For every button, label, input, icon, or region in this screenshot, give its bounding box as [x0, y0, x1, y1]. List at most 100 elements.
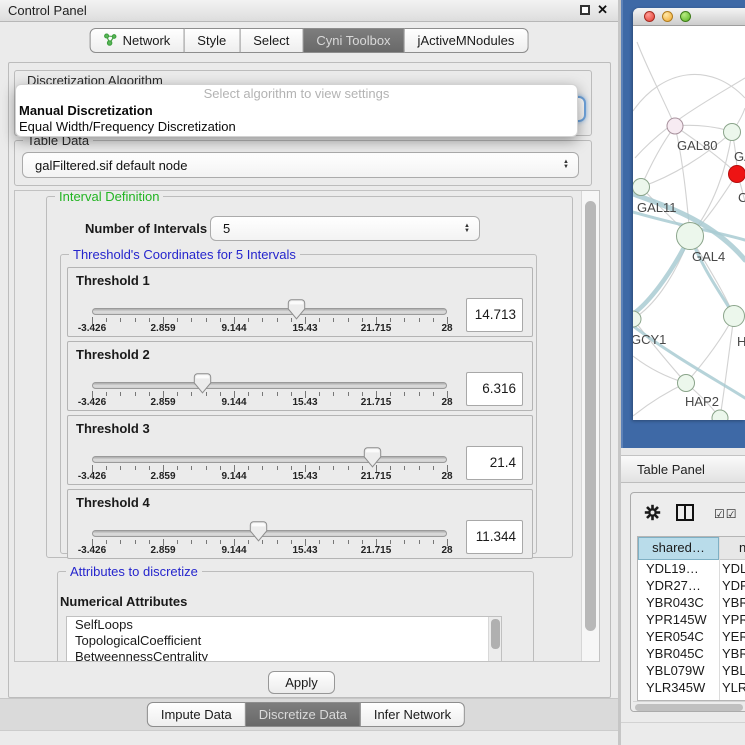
- threshold-value-field[interactable]: 6.316: [466, 372, 523, 406]
- slider-tick: [277, 540, 278, 544]
- threshold-label: Threshold 4: [76, 495, 150, 510]
- bottom-tab-infer-network[interactable]: Infer Network: [361, 702, 465, 727]
- slider-track[interactable]: [92, 530, 447, 537]
- tab-network[interactable]: Network: [90, 28, 185, 53]
- threshold-value-field[interactable]: 21.4: [466, 446, 523, 480]
- slider-tick: [404, 318, 405, 322]
- network-frame-highlight: [621, 0, 623, 448]
- slider-tick: [404, 392, 405, 396]
- cell-name: YER0: [722, 628, 745, 645]
- settings-scroll-region: Interval Definition Number of Intervals …: [14, 190, 600, 662]
- columns-icon[interactable]: [676, 504, 694, 521]
- slider-tick-label: -3.426: [67, 471, 117, 482]
- threshold-box-3: Threshold 3-3.4262.8599.14415.4321.71528…: [67, 415, 533, 485]
- slider-tick-label: 21.715: [351, 545, 401, 556]
- slider-tick-label: 9.144: [209, 397, 259, 408]
- network-node[interactable]: [677, 223, 704, 250]
- threshold-value-field[interactable]: 14.713: [466, 298, 523, 332]
- table-data-combo[interactable]: galFiltered.sif default node ▲▼: [22, 152, 579, 178]
- table-row[interactable]: YER054CYER0: [638, 628, 745, 645]
- cell-shared-name: YBR045C: [646, 645, 704, 662]
- network-edge: [637, 42, 675, 126]
- num-intervals-combo[interactable]: 5 ▲▼: [210, 216, 480, 241]
- cell-shared-name: YPR145W: [646, 611, 707, 628]
- tab-cyni-toolbox[interactable]: Cyni Toolbox: [303, 28, 404, 53]
- settings-scrollbar[interactable]: [581, 191, 599, 661]
- attribute-item-topologicalcoefficient[interactable]: TopologicalCoefficient: [67, 633, 501, 649]
- slider-thumb[interactable]: [193, 373, 212, 394]
- slider-tick: [333, 318, 334, 322]
- close-icon[interactable]: ✕: [597, 2, 608, 18]
- slider-track[interactable]: [92, 382, 447, 389]
- table-hscrollbar[interactable]: [633, 701, 745, 711]
- slider-track[interactable]: [92, 456, 447, 463]
- network-node[interactable]: [729, 166, 745, 183]
- float-window-icon[interactable]: [580, 5, 590, 15]
- attributes-list-scroll-thumb[interactable]: [491, 619, 500, 649]
- bottom-tab-impute-data[interactable]: Impute Data: [147, 702, 246, 727]
- table-row[interactable]: YBL079WYBL0: [638, 662, 745, 679]
- network-node[interactable]: [724, 306, 745, 327]
- slider-tick-label: 15.43: [280, 545, 330, 556]
- network-node[interactable]: [678, 375, 695, 392]
- attributes-group: Attributes to discretize Numerical Attri…: [57, 571, 534, 662]
- slider-tick: [220, 318, 221, 322]
- slider-tick: [262, 466, 263, 470]
- slider-tick: [248, 392, 249, 396]
- slider-thumb[interactable]: [287, 299, 306, 320]
- slider-tick-label: 28: [422, 471, 472, 482]
- cell-shared-name: YLR345W: [646, 679, 705, 696]
- network-window-titlebar[interactable]: [633, 8, 745, 26]
- table-row[interactable]: YDR27…YDR2: [638, 577, 745, 594]
- close-traffic-light-icon[interactable]: [644, 11, 655, 22]
- interval-definition-title: Interval Definition: [55, 190, 163, 204]
- attributes-list[interactable]: SelfLoopsTopologicalCoefficientBetweenne…: [66, 616, 502, 662]
- dropdown-option-manual-discretization[interactable]: Manual Discretization: [16, 103, 577, 119]
- apply-button[interactable]: Apply: [268, 671, 335, 694]
- network-node[interactable]: [724, 124, 741, 141]
- attributes-list-scrollbar[interactable]: [488, 617, 501, 662]
- dropdown-placeholder-item[interactable]: Select algorithm to view settings: [16, 85, 577, 103]
- network-edge: [633, 319, 686, 383]
- zoom-traffic-light-icon[interactable]: [680, 11, 691, 22]
- network-edge: [633, 74, 745, 111]
- table-hscroll-thumb[interactable]: [635, 704, 743, 711]
- column-header-name[interactable]: na: [719, 537, 745, 560]
- threshold-value-field[interactable]: 11.344: [466, 520, 523, 554]
- cell-name: YDL1: [722, 560, 745, 577]
- table-row[interactable]: YPR145WYPR1: [638, 611, 745, 628]
- dropdown-option-equal-width-frequency[interactable]: Equal Width/Frequency Discretization: [16, 119, 577, 135]
- table-row[interactable]: YBR045CYBR0: [638, 645, 745, 662]
- attribute-item-selfloops[interactable]: SelfLoops: [67, 617, 501, 633]
- slider-thumb[interactable]: [249, 521, 268, 542]
- num-intervals-label: Number of Intervals: [85, 221, 207, 236]
- network-canvas[interactable]: GAL80GACGAL11GAL4GCY1HHAP2: [633, 26, 745, 420]
- slider-thumb[interactable]: [363, 447, 382, 468]
- settings-scroll-thumb[interactable]: [585, 201, 596, 631]
- bottom-tab-bar: Impute DataDiscretize DataInfer Network: [147, 702, 465, 727]
- num-intervals-value: 5: [223, 221, 230, 236]
- tab-jactivemnodules[interactable]: jActiveMNodules: [405, 28, 529, 53]
- table-row[interactable]: YDL19…YDL1: [638, 560, 745, 577]
- slider-track[interactable]: [92, 308, 447, 315]
- table-data-combo-value: galFiltered.sif default node: [35, 158, 187, 173]
- checkbox-columns-icon[interactable]: ☑☑: [714, 507, 738, 521]
- slider-tick: [362, 318, 363, 322]
- bottom-tab-discretize-data[interactable]: Discretize Data: [246, 702, 361, 727]
- tab-select[interactable]: Select: [240, 28, 303, 53]
- minimize-traffic-light-icon[interactable]: [662, 11, 673, 22]
- tab-label: Style: [197, 33, 226, 48]
- slider-tick: [177, 392, 178, 396]
- table-row[interactable]: YBR043CYBR0: [638, 594, 745, 611]
- gear-icon[interactable]: [644, 504, 661, 521]
- table-row[interactable]: YLR345WYLR3: [638, 679, 745, 696]
- node-table[interactable]: shared… na YDL19…YDL1YDR27…YDR2YBR043CYB…: [637, 536, 745, 701]
- tab-style[interactable]: Style: [184, 28, 240, 53]
- attribute-item-betweennesscentrality[interactable]: BetweennessCentrality: [67, 649, 501, 662]
- column-header-shared-name[interactable]: shared…: [638, 537, 719, 560]
- network-node[interactable]: [633, 311, 641, 327]
- network-node[interactable]: [633, 179, 650, 196]
- slider-tick-label: 28: [422, 545, 472, 556]
- control-panel-title: Control Panel: [8, 3, 87, 18]
- network-node[interactable]: [667, 118, 683, 134]
